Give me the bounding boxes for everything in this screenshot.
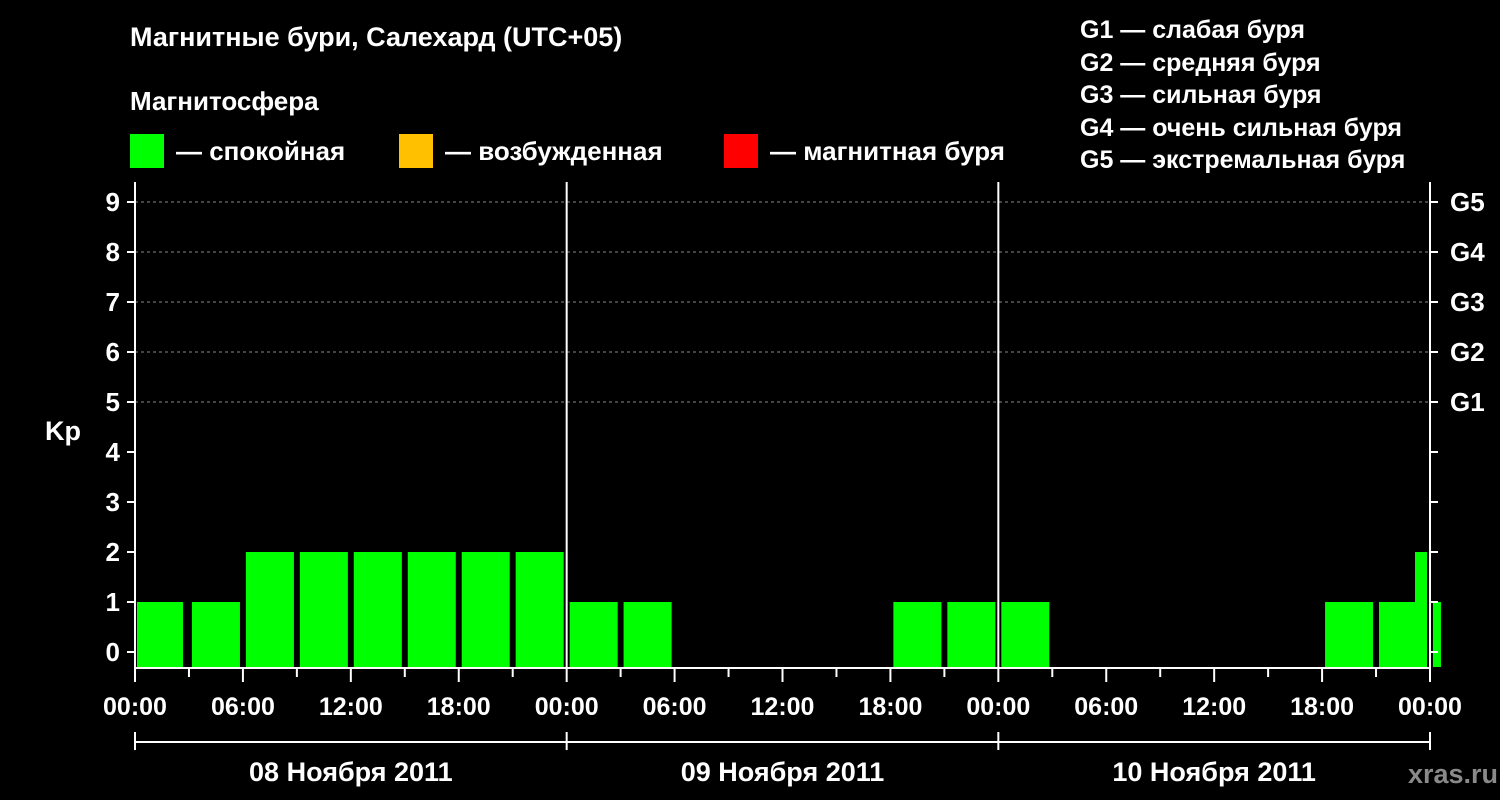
x-tick-label: 00:00: [535, 693, 599, 721]
x-tick-label: 00:00: [103, 693, 167, 721]
y-tick-label: 1: [106, 587, 120, 617]
y-tick-label: 0: [106, 637, 120, 667]
kp-bar: [1325, 602, 1374, 667]
y-tick-label: 4: [106, 437, 121, 467]
kp-bar: [947, 602, 996, 667]
y-tick-label: 5: [106, 387, 120, 417]
kp-bar: [893, 602, 942, 667]
kp-bar: [515, 552, 564, 667]
g-level-label: G5: [1450, 187, 1485, 217]
y-tick-label: 2: [106, 537, 120, 567]
x-tick-label: 18:00: [1290, 693, 1354, 721]
y-tick-label: 6: [106, 337, 120, 367]
kp-bar: [1415, 552, 1427, 667]
x-tick-label: 12:00: [751, 693, 815, 721]
x-tick-label: 00:00: [1398, 693, 1462, 721]
y-tick-label: 8: [106, 237, 120, 267]
x-tick-label: 06:00: [1074, 693, 1138, 721]
kp-bar: [461, 552, 510, 667]
x-tick-label: 18:00: [427, 693, 491, 721]
kp-chart: 0 1 2 3 4 5 6 7 8 9 G1 G2 G3 G4 G5 Kp 00:00 06:00 12:00 18:…: [45, 182, 1485, 787]
day-label: 10 Ноября 2011: [1112, 757, 1316, 787]
g-level-label: G1: [1450, 387, 1485, 417]
day-label: 08 Ноября 2011: [249, 757, 453, 787]
g-level-label: G2: [1450, 337, 1485, 367]
g-level-label: G4: [1450, 237, 1485, 267]
x-tick-label: 12:00: [1182, 693, 1246, 721]
x-tick-label: 06:00: [643, 693, 707, 721]
x-tick-label: 00:00: [966, 693, 1030, 721]
kp-bar: [191, 602, 240, 667]
kp-bar: [407, 552, 456, 667]
g-level-label: G3: [1450, 287, 1485, 317]
x-tick-label: 12:00: [319, 693, 383, 721]
kp-bar: [623, 602, 672, 667]
y-tick-label: 7: [106, 287, 120, 317]
watermark: xras.ru: [1407, 759, 1498, 789]
x-tick-label: 18:00: [858, 693, 922, 721]
kp-bar: [137, 602, 184, 667]
y-axis-label: Kp: [45, 416, 81, 446]
kp-bar: [1001, 602, 1050, 667]
y-tick-label: 3: [106, 487, 120, 517]
day-label: 09 Ноября 2011: [681, 757, 885, 787]
kp-bar: [569, 602, 618, 667]
y-tick-label: 9: [106, 187, 120, 217]
kp-bar: [353, 552, 402, 667]
x-tick-label: 06:00: [211, 693, 275, 721]
kp-bar: [1432, 602, 1441, 667]
kp-bar: [245, 552, 294, 667]
kp-bar: [299, 552, 348, 667]
